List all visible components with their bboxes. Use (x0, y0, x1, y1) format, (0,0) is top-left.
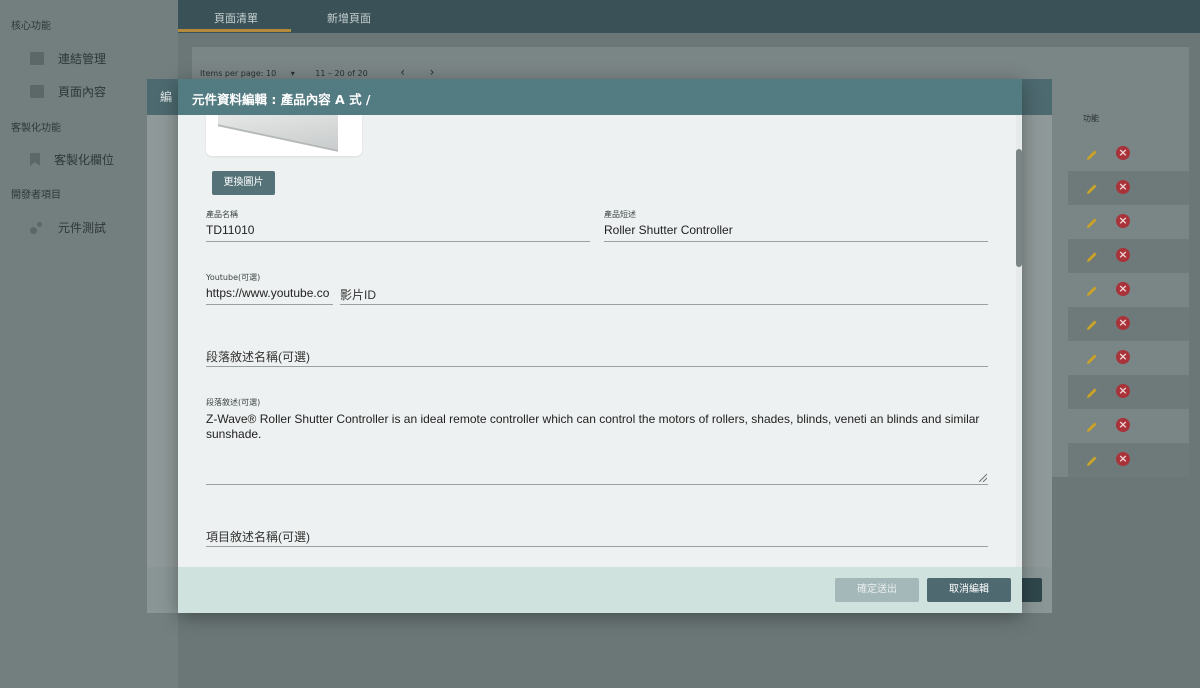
submit-button[interactable]: 確定送出 (835, 578, 919, 602)
cancel-edit-button[interactable]: 取消編輯 (927, 578, 1011, 602)
delete-icon[interactable]: × (1116, 248, 1130, 262)
sidebar-section-custom: 客製化功能 (11, 123, 61, 134)
delete-icon[interactable]: × (1116, 146, 1130, 160)
edit-pencil-icon[interactable] (1085, 317, 1099, 331)
sidebar-section-developer: 開發者項目 (11, 190, 61, 201)
scrollbar-thumb[interactable] (1016, 149, 1022, 267)
page-content-icon (30, 85, 44, 98)
delete-icon[interactable]: × (1116, 180, 1130, 194)
active-tab-indicator (178, 29, 291, 32)
youtube-id-input[interactable]: 影片ID (340, 286, 988, 305)
edit-pencil-icon[interactable] (1085, 283, 1099, 297)
dialog-header: 元件資料編輯 : 產品內容 A 式 / (178, 79, 1022, 115)
sidebar-item-page-content[interactable]: 頁面內容 (30, 83, 106, 100)
edit-pencil-icon[interactable] (1085, 453, 1099, 467)
edit-component-dialog: 元件資料編輯 : 產品內容 A 式 / 更換圖片 產品名稱 TD11010 產品… (178, 79, 1022, 613)
sidebar-item-component-test[interactable]: 元件測試 (30, 219, 106, 236)
sidebar-item-label: 頁面內容 (58, 85, 107, 99)
tab-page-list[interactable]: 頁面清單 (214, 10, 258, 26)
delete-icon[interactable]: × (1116, 452, 1130, 466)
youtube-prefix: https://www.youtube.co (206, 286, 333, 305)
delete-icon[interactable]: × (1116, 282, 1130, 296)
product-photo (218, 115, 338, 152)
sidebar-item-link-management[interactable]: 連結管理 (30, 50, 106, 67)
prev-page-icon[interactable]: ‹ (400, 65, 405, 79)
youtube-label: Youtube(可選) (206, 273, 261, 282)
paragraph-underline (206, 484, 988, 485)
product-name-label: 產品名稱 (206, 210, 238, 219)
edit-pencil-icon[interactable] (1085, 215, 1099, 229)
tab-add-page[interactable]: 新增頁面 (327, 10, 371, 26)
paragraph-label: 段落敘述(可選) (206, 398, 261, 407)
product-name-field[interactable]: TD11010 (206, 223, 590, 242)
paginator: Items per page: 10 ▾ 11 – 20 of 20 ‹ › (200, 65, 434, 79)
page-range: 11 – 20 of 20 (315, 69, 368, 78)
dialog-body[interactable]: 更換圖片 產品名稱 TD11010 產品短述 Roller Shutter Co… (178, 115, 1022, 567)
edit-pencil-icon[interactable] (1085, 147, 1099, 161)
next-page-icon[interactable]: › (430, 65, 435, 79)
delete-icon[interactable]: × (1116, 418, 1130, 432)
link-management-icon (30, 52, 44, 65)
change-image-button[interactable]: 更換圖片 (212, 171, 275, 195)
edit-pencil-icon[interactable] (1085, 385, 1099, 399)
product-short-field[interactable]: Roller Shutter Controller (604, 223, 988, 242)
paragraph-title-input[interactable]: 段落敘述名稱(可選) (206, 348, 988, 367)
edit-pencil-icon[interactable] (1085, 249, 1099, 263)
product-image (206, 115, 362, 156)
sidebar-item-custom-fields[interactable]: 客製化欄位 (30, 151, 114, 168)
delete-icon[interactable]: × (1116, 316, 1130, 330)
sidebar-item-label: 連結管理 (58, 52, 107, 66)
dialog-title: 元件資料編輯 : 產品內容 A 式 / (192, 92, 371, 107)
product-short-label: 產品短述 (604, 210, 636, 219)
delete-icon[interactable]: × (1116, 350, 1130, 364)
bookmark-icon (30, 153, 40, 166)
edit-pencil-icon[interactable] (1085, 181, 1099, 195)
edit-pencil-icon[interactable] (1085, 351, 1099, 365)
items-per-page-select[interactable]: 10 (266, 69, 276, 78)
sidebar-item-label: 客製化欄位 (54, 153, 115, 167)
resize-handle-icon[interactable] (979, 474, 987, 482)
edit-pencil-icon[interactable] (1085, 419, 1099, 433)
delete-icon[interactable]: × (1116, 384, 1130, 398)
paragraph-textarea[interactable]: Z-Wave® Roller Shutter Controller is an … (206, 412, 982, 442)
sidebar-section-core: 核心功能 (11, 21, 51, 32)
chevron-down-icon[interactable]: ▾ (291, 69, 295, 78)
component-test-icon (30, 221, 44, 234)
background-dialog-title: 編 (160, 90, 173, 104)
items-per-page-label: Items per page: (200, 69, 264, 78)
column-header-actions: 功能 (1083, 114, 1099, 123)
delete-icon[interactable]: × (1116, 214, 1130, 228)
sidebar-item-label: 元件測試 (58, 221, 107, 235)
item-title-input[interactable]: 項目敘述名稱(可選) (206, 528, 988, 547)
